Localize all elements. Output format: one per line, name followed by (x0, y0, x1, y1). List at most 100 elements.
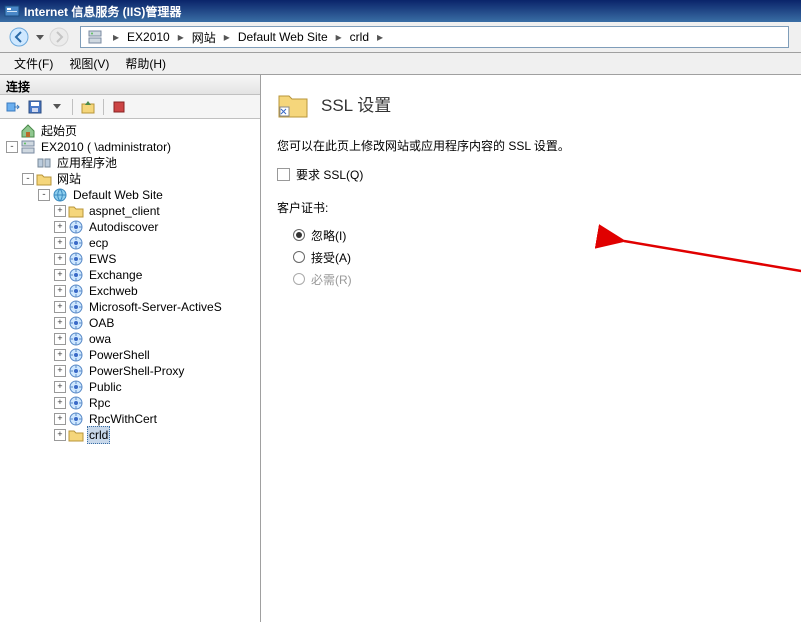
window-title: Internet 信息服务 (IIS)管理器 (24, 3, 181, 20)
tree-site-child[interactable]: + Microsoft-Server-ActiveS (0, 299, 260, 315)
breadcrumb[interactable]: ▸ EX2010 ▸ 网站 ▸ Default Web Site ▸ crld … (80, 26, 789, 48)
tree-site-child[interactable]: + Public (0, 379, 260, 395)
expander-expand[interactable]: + (54, 333, 66, 345)
tree-site-child[interactable]: +ecp (0, 235, 260, 251)
up-button[interactable] (79, 98, 97, 116)
tree-item-label: Public (87, 379, 124, 395)
expander-expand[interactable]: + (54, 221, 66, 233)
server-icon (20, 139, 36, 155)
tree-site-child[interactable]: + Rpc (0, 395, 260, 411)
radio-option-ignore[interactable]: 忽略(I) (293, 224, 785, 246)
iis-icon (4, 3, 20, 19)
tree-site-child[interactable]: +PowerShell-Proxy (0, 363, 260, 379)
folder-icon (36, 171, 52, 187)
expander-expand[interactable]: + (54, 205, 66, 217)
tree-site-child[interactable]: +crld (0, 427, 260, 443)
expander-collapse[interactable]: - (22, 173, 34, 185)
breadcrumb-item-4[interactable]: crld (348, 30, 371, 44)
tree-site-child[interactable]: + aspnet_client (0, 203, 260, 219)
tree-site-child[interactable]: +EWS (0, 251, 260, 267)
expander-expand[interactable]: + (54, 301, 66, 313)
tree-default-site[interactable]: - Default Web Site (0, 187, 260, 203)
client-cert-label: 客户证书: (277, 199, 785, 216)
radio-button[interactable] (293, 251, 305, 263)
toolbar-dropdown[interactable] (48, 98, 66, 116)
nav-back-button[interactable] (6, 25, 32, 49)
folder-icon (68, 427, 84, 443)
expander-expand[interactable]: + (54, 381, 66, 393)
menu-help[interactable]: 帮助(H) (117, 53, 174, 74)
app-icon (68, 251, 84, 267)
stop-button[interactable] (110, 98, 128, 116)
tree-site-child[interactable]: + Exchweb (0, 283, 260, 299)
tree-app-pools[interactable]: 应用程序池 (0, 155, 260, 171)
expander-expand[interactable]: + (54, 413, 66, 425)
require-ssl-row[interactable]: 要求 SSL(Q) (277, 166, 785, 183)
nav-forward-button (46, 25, 72, 49)
tree-item-label: aspnet_client (87, 203, 162, 219)
tree-site-child[interactable]: + RpcWithCert (0, 411, 260, 427)
menu-bar: 文件(F) 视图(V) 帮助(H) (0, 53, 801, 75)
expander-expand[interactable]: + (54, 253, 66, 265)
expander-none (6, 125, 18, 137)
radio-label: 忽略(I) (311, 227, 346, 244)
nav-back-dropdown[interactable] (34, 25, 46, 49)
radio-option-accept[interactable]: 接受(A) (293, 246, 785, 268)
sidebar-header: 连接 (0, 75, 260, 95)
tree-site-child[interactable]: + owa (0, 331, 260, 347)
page-title: SSL 设置 (321, 91, 391, 116)
tree-server-node[interactable]: - EX2010 ( \administrator) (0, 139, 260, 155)
tree-sites[interactable]: - 网站 (0, 171, 260, 187)
expander-expand[interactable]: + (54, 269, 66, 281)
breadcrumb-item-2[interactable]: 网站 (190, 29, 218, 46)
app-icon (68, 379, 84, 395)
expander-expand[interactable]: + (54, 349, 66, 361)
window-title-bar: Internet 信息服务 (IIS)管理器 (0, 0, 801, 22)
save-button[interactable] (26, 98, 44, 116)
expander-expand[interactable]: + (54, 285, 66, 297)
connections-tree[interactable]: 起始页 - EX2010 ( \administrator) (0, 119, 260, 622)
tree-site-child[interactable]: +Autodiscover (0, 219, 260, 235)
apppools-icon (36, 155, 52, 171)
tree-item-label: RpcWithCert (87, 411, 159, 427)
tree-item-label: Exchange (87, 267, 144, 283)
app-icon (68, 267, 84, 283)
app-icon (68, 347, 84, 363)
require-ssl-checkbox[interactable] (277, 168, 290, 181)
expander-expand[interactable]: + (54, 317, 66, 329)
expander-expand[interactable]: + (54, 429, 66, 441)
menu-file[interactable]: 文件(F) (6, 53, 61, 74)
tree-start-page[interactable]: 起始页 (0, 123, 260, 139)
tree-site-child[interactable]: + Exchange (0, 267, 260, 283)
content-pane: SSL 设置 您可以在此页上修改网站或应用程序内容的 SSL 设置。 要求 SS… (261, 75, 801, 622)
breadcrumb-item-1[interactable]: EX2010 (125, 30, 172, 44)
expander-expand[interactable]: + (54, 365, 66, 377)
sidebar-toolbar (0, 95, 260, 119)
expander-collapse[interactable]: - (38, 189, 50, 201)
tree-site-child[interactable]: +PowerShell (0, 347, 260, 363)
page-description: 您可以在此页上修改网站或应用程序内容的 SSL 设置。 (277, 137, 785, 154)
connect-button[interactable] (4, 98, 22, 116)
tree-site-child[interactable]: +OAB (0, 315, 260, 331)
breadcrumb-separator: ▸ (178, 30, 184, 44)
tree-item-label: 起始页 (39, 123, 79, 139)
tree-item-label: Exchweb (87, 283, 140, 299)
page-header: SSL 设置 (277, 87, 785, 119)
app-icon (68, 283, 84, 299)
toolbar-separator (72, 99, 73, 115)
radio-button[interactable] (293, 229, 305, 241)
app-icon (68, 219, 84, 235)
expander-expand[interactable]: + (54, 237, 66, 249)
tree-item-label: owa (87, 331, 113, 347)
expander-expand[interactable]: + (54, 397, 66, 409)
breadcrumb-item-3[interactable]: Default Web Site (236, 30, 330, 44)
radio-label: 接受(A) (311, 249, 351, 266)
radio-option-require: 必需(R) (293, 268, 785, 290)
radio-button (293, 273, 305, 285)
tree-item-label: 网站 (55, 171, 83, 187)
tree-item-label: Rpc (87, 395, 112, 411)
expander-collapse[interactable]: - (6, 141, 18, 153)
radio-label: 必需(R) (311, 271, 352, 288)
menu-view[interactable]: 视图(V) (61, 53, 117, 74)
tree-item-label: Microsoft-Server-ActiveS (87, 299, 224, 315)
